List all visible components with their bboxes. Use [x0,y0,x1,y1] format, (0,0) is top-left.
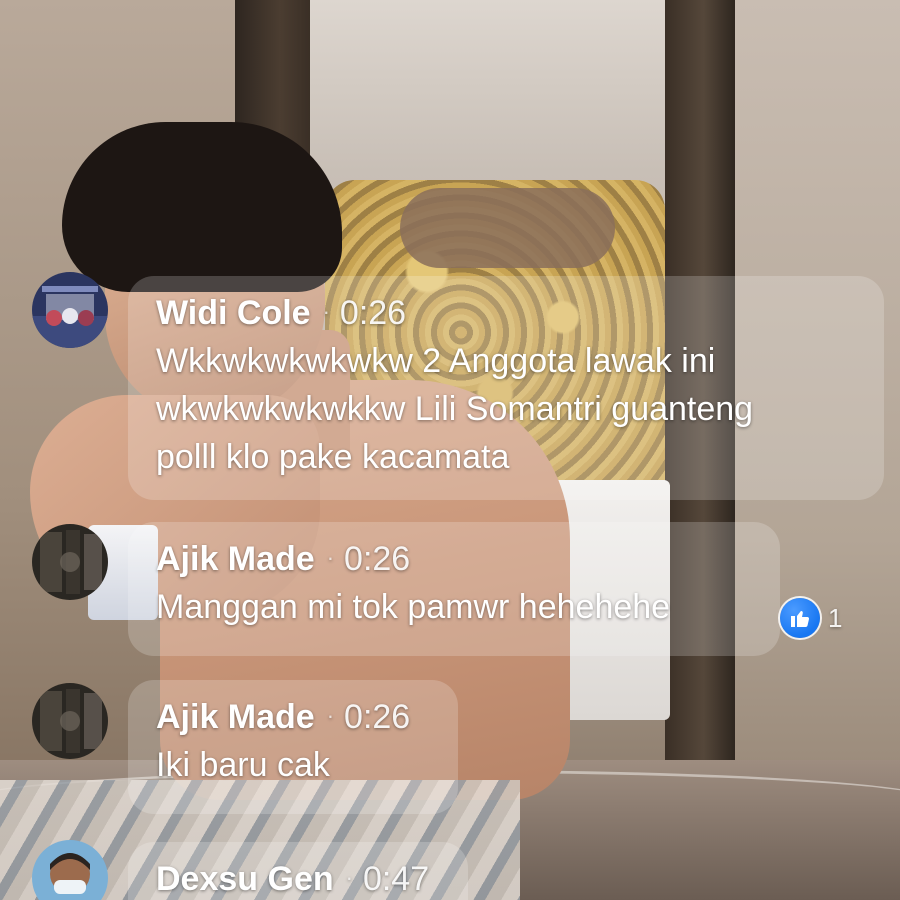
comment-bubble: Ajik Made · 0:26 Iki baru cak [128,680,458,814]
separator-dot: · [326,545,335,570]
separator-dot: · [345,865,353,890]
comment-time[interactable]: 0:47 [363,860,429,898]
comment-author[interactable]: Dexsu Gen [156,860,334,898]
comment-header: Ajik Made · 0:26 [156,696,430,737]
comment-bubble: Dexsu Gen · 0:47 [128,842,468,900]
comment-text-line: Wkkwkwkwkwkw 2 Anggota lawak ini [156,342,716,380]
reaction-summary[interactable]: 1 [780,598,842,638]
separator-dot: · [322,299,330,324]
comment-text: Iki baru cak [156,741,430,789]
comment-text-line: Iki baru cak [156,746,330,784]
comment-time[interactable]: 0:26 [340,294,406,332]
comment-time[interactable]: 0:26 [344,540,410,578]
comment-text: Manggan mi tok pamwr hehehehe [156,583,752,631]
background-pillow [400,188,615,268]
comment-text-line: Manggan mi tok pamwr hehehehe [156,588,671,626]
comment-header: Dexsu Gen · 0:47 [156,858,440,899]
avatar[interactable] [32,272,108,348]
dark-photo-avatar-icon [32,524,108,600]
comment-bubble: Widi Cole · 0:26 Wkkwkwkwkwkw 2 Anggota la… [128,276,884,500]
like-icon [780,598,820,638]
comment-header: Ajik Made · 0:26 [156,538,752,579]
reaction-count: 1 [828,602,843,633]
comment-author[interactable]: Widi Cole [156,294,311,332]
background-person-hair [62,122,342,292]
comment-header: Widi Cole · 0:26 [156,292,856,333]
separator-dot: · [326,703,335,728]
comment-text-line: wkwkwkwkwkkw Lili Somantri guanteng [156,390,754,428]
avatar[interactable] [32,683,108,759]
comment-text-line: polll klo pake kacamata [156,438,510,476]
live-video-stage: Widi Cole · 0:26 Wkkwkwkwkwkw 2 Anggota la… [0,0,900,900]
comment-time[interactable]: 0:26 [344,698,410,736]
comment-text: Wkkwkwkwkwkw 2 Anggota lawak ini wkwkwkw… [156,337,856,481]
comment-bubble: Ajik Made · 0:26 Manggan mi tok pamwr hehe… [128,522,780,656]
band-photo-avatar-icon [32,272,108,348]
comment-author[interactable]: Ajik Made [156,540,315,578]
comment-author[interactable]: Ajik Made [156,698,315,736]
avatar[interactable] [32,524,108,600]
dark-photo-avatar-icon [32,683,108,759]
